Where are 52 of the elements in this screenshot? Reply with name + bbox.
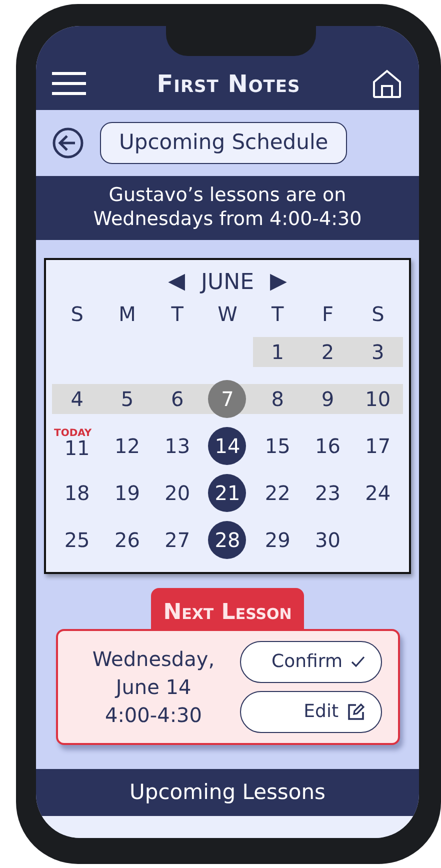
prev-month-button[interactable]: ◀: [168, 271, 186, 294]
next-month-button[interactable]: ▶: [270, 271, 287, 294]
weekday-label: M: [118, 300, 137, 328]
weekday-label: S: [70, 300, 84, 328]
calendar-day[interactable]: 3: [358, 332, 397, 371]
weekday-label: T: [270, 300, 285, 328]
calendar-day[interactable]: 23: [308, 474, 347, 512]
app-title: First Notes: [156, 69, 300, 100]
calendar-day[interactable]: 5: [108, 380, 146, 418]
lesson-day[interactable]: 28: [208, 521, 246, 560]
calendar-day[interactable]: 2: [308, 332, 347, 371]
calendar-day[interactable]: 25: [58, 521, 96, 560]
edit-button[interactable]: Edit: [240, 690, 382, 733]
back-icon[interactable]: [52, 126, 84, 159]
calendar-day[interactable]: 16: [308, 427, 347, 466]
calendar-day[interactable]: 10: [358, 380, 397, 418]
lesson-day[interactable]: 14: [208, 427, 246, 466]
calendar-day[interactable]: 17: [358, 427, 397, 466]
calendar-day[interactable]: 29: [258, 521, 297, 560]
calendar-day[interactable]: 4: [58, 380, 96, 418]
calendar-day[interactable]: 22: [258, 474, 297, 512]
lesson-day[interactable]: 21: [208, 474, 246, 512]
calendar-day[interactable]: 13: [158, 427, 196, 466]
calendar-day[interactable]: 26: [108, 521, 146, 560]
calendar-day[interactable]: 6: [158, 380, 196, 418]
home-icon[interactable]: [371, 69, 403, 99]
weekday-label: S: [370, 300, 386, 328]
calendar-day[interactable]: 20: [158, 474, 196, 512]
calendar-day[interactable]: 9: [308, 380, 347, 418]
confirm-button[interactable]: Confirm: [240, 640, 382, 683]
today-label: TODAY: [54, 429, 92, 440]
calendar-day[interactable]: 12: [108, 427, 146, 466]
calendar-day[interactable]: 18: [58, 474, 96, 512]
menu-icon[interactable]: [52, 71, 86, 97]
calendar-day[interactable]: 30: [308, 521, 347, 560]
check-icon: [350, 656, 364, 668]
calendar-day[interactable]: 8: [258, 380, 297, 418]
section-header: Upcoming Lessons: [36, 768, 419, 816]
page-title: Upcoming Schedule: [100, 122, 348, 164]
calendar-day[interactable]: 1: [258, 332, 297, 371]
calendar-day[interactable]: 27: [158, 521, 196, 560]
weekday-label: W: [216, 300, 238, 328]
calendar-day[interactable]: 19: [108, 474, 146, 512]
calendar-day[interactable]: 15: [258, 427, 297, 466]
month-label: JUNE: [201, 268, 254, 297]
weekday-label: F: [321, 300, 335, 328]
edit-icon: [346, 702, 364, 721]
past-day[interactable]: 7: [208, 380, 246, 418]
lesson-date: Wednesday, June 14 4:00-4:30: [91, 646, 216, 729]
calendar-day[interactable]: 24: [358, 474, 397, 512]
weekday-label: T: [170, 300, 184, 328]
info-banner: Gustavo’s lessons are on Wednesdays from 4:00-4:30: [36, 176, 419, 240]
